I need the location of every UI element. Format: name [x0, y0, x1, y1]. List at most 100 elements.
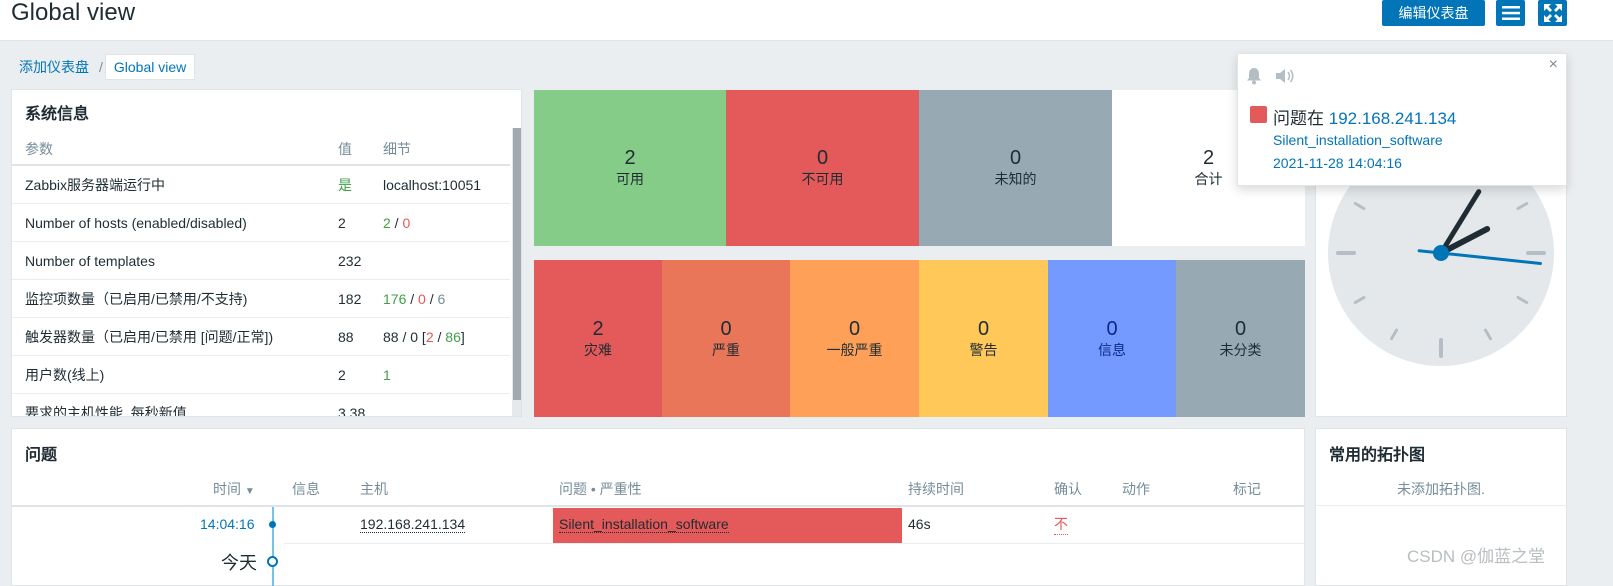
table-row: Number of hosts (enabled/disabled) 2 2 /… — [12, 204, 510, 242]
tile-label: 未知的 — [994, 171, 1037, 187]
row-param: 用户数(线上) — [25, 366, 105, 383]
column-header-problem[interactable]: 问题 • 严重性 — [559, 479, 642, 499]
row-value: 232 — [338, 252, 362, 269]
disabled-count: 0 — [402, 214, 411, 231]
watermark: CSDN @伽蓝之堂 — [1407, 547, 1546, 566]
page-header: Global view 编辑仪表盘 — [0, 0, 1613, 41]
host-unavailable-tile[interactable]: 0 不可用 — [726, 90, 919, 246]
severity-average-tile[interactable]: 0 一般严重 — [790, 260, 919, 417]
menu-button[interactable] — [1496, 0, 1525, 26]
table-row: Zabbix服务器端运行中 是 localhost:10051 — [12, 166, 510, 204]
separator: / — [390, 214, 403, 231]
enabled-count: 2 — [383, 214, 391, 231]
tile-count: 0 — [720, 317, 732, 340]
severity-color-square — [1250, 106, 1267, 123]
fullscreen-button[interactable] — [1538, 0, 1567, 26]
row-value: 182 — [338, 290, 362, 307]
row-details: 88 / 0 [2 / 86] — [383, 329, 465, 345]
ok-count: 86 — [445, 328, 461, 345]
unsupported-count: 6 — [437, 290, 446, 307]
tile-count: 2 — [624, 147, 636, 169]
fullscreen-icon — [1543, 4, 1562, 22]
popup-time-link[interactable]: 2021-11-28 14:04:16 — [1273, 155, 1402, 171]
edit-dashboard-button[interactable]: 编辑仪表盘 — [1382, 0, 1485, 26]
system-info-title: 系统信息 — [25, 106, 90, 123]
tile-count: 0 — [1234, 317, 1247, 340]
column-header-details[interactable]: 细节 — [383, 139, 411, 159]
problem-duration: 46s — [908, 516, 931, 532]
tile-count: 0 — [1106, 317, 1118, 340]
row-divider — [284, 543, 1304, 544]
row-value: 是 — [338, 176, 352, 193]
table-row: 触发器数量（已启用/已禁用 [问题/正常]) 88 88 / 0 [2 / 86… — [12, 318, 510, 356]
row-details: localhost:10051 — [383, 176, 482, 193]
page-title: Global view — [11, 0, 136, 26]
severity-high-tile[interactable]: 0 严重 — [662, 260, 790, 417]
separator: / — [406, 290, 419, 307]
tile-label: 信息 — [1098, 341, 1126, 358]
breadcrumb-parent[interactable]: 添加仪表盘 — [11, 53, 97, 81]
table-row: 用户数(线上) 2 1 — [12, 356, 510, 394]
column-header-time[interactable]: 时间 ▼ — [213, 479, 255, 499]
row-param: Zabbix服务器端运行中 — [25, 176, 166, 193]
tile-count: 0 — [816, 147, 829, 169]
host-unknown-tile[interactable]: 0 未知的 — [919, 90, 1112, 246]
tile-label: 不可用 — [801, 171, 844, 187]
problem-ack-link[interactable]: 不 — [1054, 514, 1068, 535]
favorite-maps-title: 常用的拓扑图 — [1329, 447, 1426, 464]
separator: / — [433, 328, 446, 345]
severity-not-classified-tile[interactable]: 0 未分类 — [1176, 260, 1305, 417]
bracket: ] — [460, 328, 465, 345]
popup-problem-link[interactable]: Silent_installation_software — [1273, 132, 1443, 148]
severity-warning-tile[interactable]: 0 警告 — [919, 260, 1048, 417]
breadcrumb-separator: / — [99, 59, 103, 75]
problem-host-link[interactable]: 192.168.241.134 — [360, 516, 466, 533]
severity-information-tile[interactable]: 0 信息 — [1048, 260, 1176, 417]
row-details: 1 — [383, 366, 391, 383]
scrollbar-thumb[interactable] — [513, 128, 521, 400]
disabled-count: 0 — [418, 290, 426, 307]
column-header-param[interactable]: 参数 — [25, 139, 53, 159]
sort-desc-icon: ▼ — [244, 486, 255, 497]
table-row: Number of templates 232 — [12, 242, 510, 280]
divider — [1316, 505, 1566, 506]
tile-count: 0 — [1009, 147, 1022, 169]
table-row: 监控项数量（已启用/已禁用/不支持) 182 176 / 0 / 6 — [12, 280, 510, 318]
row-param: 触发器数量（已启用/已禁用 [问题/正常]) — [25, 328, 274, 345]
sound-icon[interactable] — [1275, 67, 1295, 85]
column-header-info: 信息 — [292, 481, 320, 497]
popup-problem-heading: 问题在 192.168.241.134 — [1273, 104, 1456, 129]
problem-count: 2 — [425, 328, 434, 345]
row-value: 2 — [338, 366, 346, 383]
column-header-tags: 标记 — [1233, 481, 1261, 497]
menu-icon — [1501, 6, 1520, 20]
scrollbar[interactable] — [512, 128, 521, 416]
row-param: 要求的主机性能, 每秒新值 — [25, 404, 187, 417]
column-header-host[interactable]: 主机 — [360, 479, 388, 499]
system-info-table: 参数 值 细节 Zabbix服务器端运行中 是 localhost:10051 … — [12, 134, 510, 417]
breadcrumb: 添加仪表盘 / Global view — [11, 53, 196, 81]
close-icon[interactable]: × — [1549, 56, 1558, 74]
tile-label: 未分类 — [1219, 341, 1262, 358]
no-maps-message: 未添加拓扑图. — [1397, 481, 1485, 497]
column-header-value[interactable]: 值 — [338, 139, 352, 159]
breadcrumb-current[interactable]: Global view — [104, 54, 196, 80]
timeline-event-dot — [269, 521, 276, 528]
tile-label: 合计 — [1194, 171, 1223, 187]
problem-name-link[interactable]: Silent_installation_software — [559, 516, 729, 533]
timeline-day-marker — [267, 556, 278, 567]
tile-label: 灾难 — [584, 341, 612, 358]
problem-time-link[interactable]: 14:04:16 — [200, 516, 255, 532]
severity-disaster-tile[interactable]: 2 灾难 — [534, 260, 662, 417]
row-param: 监控项数量（已启用/已禁用/不支持) — [25, 290, 248, 307]
problem-notification-popup: × 问题在 192.168.241.134 Silent_installatio… — [1237, 53, 1567, 186]
tile-label: 严重 — [712, 341, 740, 358]
tile-label: 一般严重 — [826, 341, 883, 358]
enabled-count: 176 — [383, 290, 407, 307]
trigger-counts: 88 / 0 [ — [383, 328, 426, 345]
bell-icon[interactable] — [1246, 67, 1262, 85]
table-row: 要求的主机性能, 每秒新值 3.38 — [12, 394, 510, 417]
popup-host-link[interactable]: 192.168.241.134 — [1329, 109, 1457, 128]
column-header-duration: 持续时间 — [908, 481, 964, 497]
host-available-tile[interactable]: 2 可用 — [534, 90, 726, 246]
